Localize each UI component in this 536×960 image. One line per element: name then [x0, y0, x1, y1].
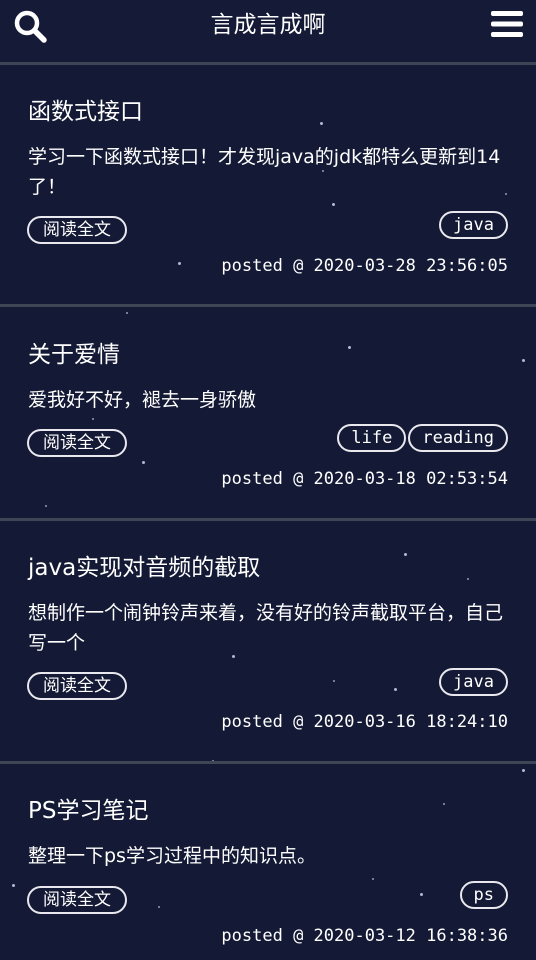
post-date: posted @ 2020-03-28 23:56:05 — [221, 256, 508, 276]
post-summary: 想制作一个闹钟铃声来着，没有好的铃声截取平台，自己写一个 — [28, 602, 504, 654]
tag-list: java — [439, 668, 508, 696]
top-bar: 言成言成啊 — [0, 0, 536, 62]
divider — [0, 62, 536, 65]
post-summary: 整理一下ps学习过程中的知识点。 — [28, 845, 316, 867]
tag-ps[interactable]: ps — [459, 881, 508, 909]
divider — [0, 518, 536, 521]
post-summary: 学习一下函数式接口！才发现java的jdk都特么更新到14了！ — [28, 146, 501, 198]
read-more-button[interactable]: 阅读全文 — [27, 886, 127, 914]
post-title[interactable]: 函数式接口 — [28, 95, 143, 129]
menu-button[interactable] — [490, 9, 524, 39]
tag-list: life reading — [337, 424, 508, 452]
post-date: posted @ 2020-03-12 16:38:36 — [221, 926, 508, 946]
divider — [0, 761, 536, 764]
tag-list: ps — [459, 881, 508, 909]
site-title[interactable]: 言成言成啊 — [0, 8, 536, 42]
divider — [0, 304, 536, 307]
read-more-button[interactable]: 阅读全文 — [27, 429, 127, 457]
post-title[interactable]: 关于爱情 — [28, 338, 120, 372]
tag-java[interactable]: java — [439, 668, 508, 696]
post-title[interactable]: PS学习笔记 — [28, 794, 148, 828]
tag-java[interactable]: java — [439, 211, 508, 239]
read-more-button[interactable]: 阅读全文 — [27, 216, 127, 244]
tag-life[interactable]: life — [337, 424, 407, 452]
read-more-button[interactable]: 阅读全文 — [27, 672, 127, 700]
hamburger-menu-icon — [491, 11, 523, 37]
post-summary: 爱我好不好，褪去一身骄傲 — [28, 389, 257, 411]
tag-reading[interactable]: reading — [408, 424, 508, 452]
post-title[interactable]: java实现对音频的截取 — [28, 551, 260, 585]
tag-list: java — [439, 211, 508, 239]
post-date: posted @ 2020-03-16 18:24:10 — [221, 712, 508, 732]
post-date: posted @ 2020-03-18 02:53:54 — [221, 469, 508, 489]
